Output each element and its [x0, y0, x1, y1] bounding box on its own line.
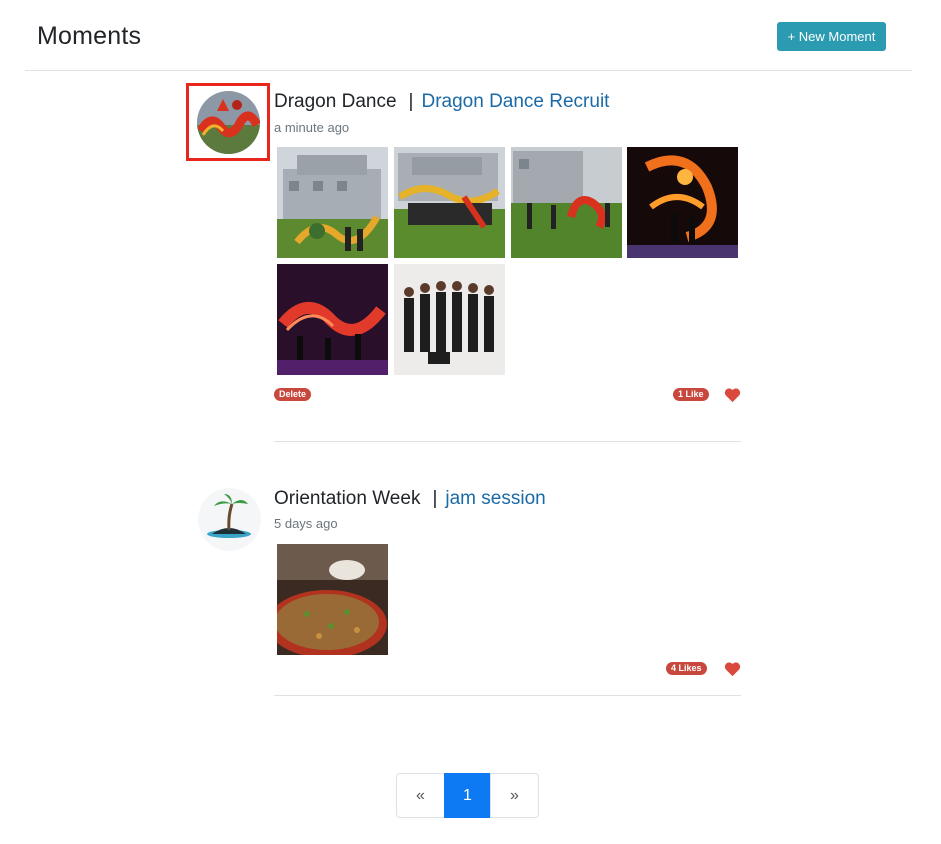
team-photo[interactable]	[394, 264, 505, 375]
fried-rice-photo[interactable]	[277, 544, 388, 655]
likes-badge[interactable]: 1 Like	[673, 388, 709, 401]
heart-icon[interactable]	[724, 661, 741, 677]
heart-icon[interactable]	[724, 387, 741, 403]
moment-title: Dragon Dance	[274, 91, 397, 112]
header-divider	[25, 70, 912, 71]
likes-badge[interactable]: 4 Likes	[666, 662, 707, 675]
moment-link[interactable]: Dragon Dance Recruit	[421, 91, 609, 112]
moment-title-row: Orientation Week | jam session	[274, 488, 546, 510]
page-header: Moments + New Moment	[0, 0, 941, 72]
title-separator: |	[408, 91, 414, 112]
pagination-page-1[interactable]: 1	[444, 773, 491, 818]
building-dragon-photo[interactable]	[277, 147, 388, 258]
moment-title: Orientation Week	[274, 488, 421, 509]
moment-title-row: Dragon Dance | Dragon Dance Recruit	[274, 91, 609, 113]
stage-dragon-photo[interactable]	[277, 264, 388, 375]
title-separator: |	[432, 488, 438, 509]
pagination: « 1 »	[396, 773, 539, 818]
moment-timestamp: 5 days ago	[274, 516, 338, 531]
fire-dragon-photo[interactable]	[627, 147, 738, 258]
group-dragon-photo[interactable]	[394, 147, 505, 258]
page-title: Moments	[37, 22, 142, 50]
moment-link[interactable]: jam session	[445, 488, 545, 509]
pagination-next[interactable]: »	[490, 773, 539, 818]
delete-button[interactable]: Delete	[274, 388, 312, 401]
dragon-dance-avatar[interactable]	[197, 91, 260, 154]
moment-divider	[274, 695, 741, 696]
moment-divider	[274, 441, 741, 442]
new-moment-button[interactable]: + New Moment	[777, 22, 886, 51]
moment-timestamp: a minute ago	[274, 120, 350, 135]
lawn-dragon-photo[interactable]	[511, 147, 622, 258]
pagination-prev[interactable]: «	[396, 773, 445, 818]
island-avatar[interactable]	[198, 488, 261, 551]
